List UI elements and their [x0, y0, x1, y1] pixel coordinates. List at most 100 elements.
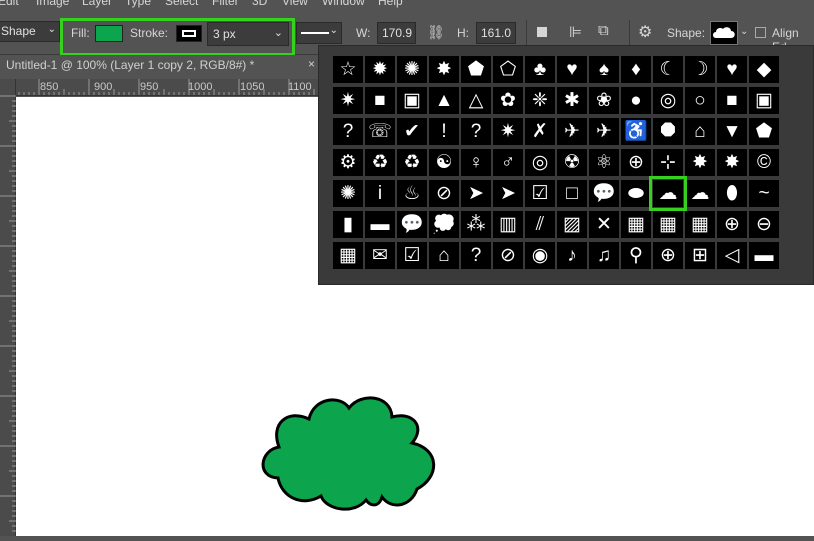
shape-cell[interactable]: ⚛	[589, 149, 619, 176]
path-ops-icon[interactable]	[537, 27, 547, 37]
shape-cell[interactable]: ➤	[461, 180, 491, 207]
shape-cell[interactable]: ◉	[525, 242, 555, 269]
shape-cell[interactable]: ☢	[557, 149, 587, 176]
shape-cell[interactable]: ✸	[429, 56, 459, 83]
close-icon[interactable]: ×	[308, 57, 315, 71]
align-edges-checkbox[interactable]	[755, 27, 766, 38]
shape-cell[interactable]: ⊘	[429, 180, 459, 207]
stroke-type-dropdown[interactable]: ⌄	[296, 22, 342, 44]
shape-cell[interactable]: ▥	[493, 211, 523, 238]
shape-cell[interactable]: ♨	[397, 180, 427, 207]
menu-help[interactable]: Help	[378, 0, 403, 8]
menu-view[interactable]: View	[282, 0, 308, 8]
shape-cell[interactable]: ✈	[589, 118, 619, 145]
shape-cell[interactable]: ▦	[685, 211, 715, 238]
shape-cell[interactable]: ⊕	[621, 149, 651, 176]
width-input[interactable]: 170.9	[377, 22, 416, 44]
shape-cell[interactable]: □	[557, 180, 587, 207]
shape-cell[interactable]: ✺	[397, 56, 427, 83]
height-input[interactable]: 161.0	[476, 22, 516, 44]
shape-cell[interactable]: ⊖	[749, 211, 779, 238]
shape-cell[interactable]: ▦	[621, 211, 651, 238]
shape-cell[interactable]: ☑	[525, 180, 555, 207]
shape-cell[interactable]: ☑	[397, 242, 427, 269]
shape-cell[interactable]: ❀	[589, 87, 619, 114]
shape-cell[interactable]: ♥	[557, 56, 587, 83]
shape-cell[interactable]: ❈	[525, 87, 555, 114]
shape-cell[interactable]: ♠	[589, 56, 619, 83]
shape-cell[interactable]: ▣	[749, 87, 779, 114]
shape-cell[interactable]: ⚙	[333, 149, 363, 176]
gear-icon[interactable]: ⚙	[638, 22, 652, 42]
shape-cell[interactable]: ⊕	[653, 242, 683, 269]
shape-cell[interactable]: ◎	[525, 149, 555, 176]
path-align-icon[interactable]: ⊫	[569, 23, 582, 41]
stroke-width-dropdown[interactable]: 3 px ⌄	[207, 22, 289, 46]
shape-cell[interactable]: ◆	[749, 56, 779, 83]
shape-cell[interactable]: ⬟	[461, 56, 491, 83]
menu-window[interactable]: Window	[322, 0, 365, 8]
shape-cell[interactable]: ✺	[333, 180, 363, 207]
shape-cell[interactable]: ✸	[717, 149, 747, 176]
shape-cell[interactable]: !	[429, 118, 459, 145]
shape-cell[interactable]: ✔	[397, 118, 427, 145]
shape-cell[interactable]: ⬠	[493, 56, 523, 83]
shape-cell[interactable]: ♥	[717, 56, 747, 83]
shape-cell[interactable]: ?	[333, 118, 363, 145]
menu-type[interactable]: Type	[125, 0, 151, 8]
menu-filter[interactable]: Filter	[212, 0, 239, 8]
shape-cell[interactable]: ⬮	[717, 180, 747, 207]
shape-cell[interactable]: ⯃	[653, 118, 683, 145]
shape-cell[interactable]: ○	[685, 87, 715, 114]
shape-cell[interactable]: ?	[461, 118, 491, 145]
shape-cell[interactable]: ☯	[429, 149, 459, 176]
shape-cell[interactable]: ⌂	[685, 118, 715, 145]
shape-cell[interactable]: ⊕	[717, 211, 747, 238]
shape-cell[interactable]: ▦	[653, 211, 683, 238]
menu-select[interactable]: Select	[165, 0, 198, 8]
shape-cell[interactable]: ♣	[525, 56, 555, 83]
shape-cell[interactable]: ✹	[365, 56, 395, 83]
shape-cell[interactable]: ➤	[493, 180, 523, 207]
shape-cell[interactable]: ⊞	[685, 242, 715, 269]
shape-cell[interactable]: ?	[461, 242, 491, 269]
shape-cell[interactable]: ☆	[333, 56, 363, 83]
shape-picker-button[interactable]	[710, 21, 738, 45]
shape-cell[interactable]: ▨	[557, 211, 587, 238]
shape-cell[interactable]: 💬	[589, 180, 619, 207]
shape-cell[interactable]: ▲	[429, 87, 459, 114]
shape-cell[interactable]: △	[461, 87, 491, 114]
stroke-color-swatch[interactable]	[176, 25, 202, 42]
shape-cell[interactable]: ✕	[589, 211, 619, 238]
shape-cell[interactable]: ~	[749, 180, 779, 207]
shape-cell[interactable]: ●	[621, 87, 651, 114]
shape-cell[interactable]: ☾	[653, 56, 683, 83]
shape-cell[interactable]: ▬	[749, 242, 779, 269]
shape-cell[interactable]: ✉	[365, 242, 395, 269]
vertical-ruler[interactable]	[0, 79, 16, 536]
shape-cell[interactable]: ◎	[653, 87, 683, 114]
shape-cell[interactable]: ⬬	[621, 180, 651, 207]
shape-cell[interactable]: ♪	[557, 242, 587, 269]
shape-cell[interactable]: ♂	[493, 149, 523, 176]
shape-cell[interactable]: ☽	[685, 56, 715, 83]
shape-cell[interactable]: ©	[749, 149, 779, 176]
shape-cell[interactable]: ■	[365, 87, 395, 114]
shape-cell[interactable]: ⊘	[493, 242, 523, 269]
shape-cell[interactable]: ♦	[621, 56, 651, 83]
shape-cell[interactable]: 💬	[397, 211, 427, 238]
shape-cell[interactable]: ♫	[589, 242, 619, 269]
fill-color-swatch[interactable]	[95, 25, 123, 42]
document-tab[interactable]: Untitled-1 @ 100% (Layer 1 copy 2, RGB/8…	[0, 55, 330, 79]
menu-3d[interactable]: 3D	[252, 0, 267, 8]
shape-cell[interactable]: ✈	[557, 118, 587, 145]
shape-cell[interactable]: ✸	[685, 149, 715, 176]
shape-cell[interactable]: ✱	[557, 87, 587, 114]
shape-cell[interactable]: ✷	[493, 118, 523, 145]
shape-cell[interactable]: ◁	[717, 242, 747, 269]
chain-link-icon[interactable]: ⛓	[427, 24, 445, 41]
shape-cell[interactable]: ⁂	[461, 211, 491, 238]
cloud-shape[interactable]	[261, 396, 436, 511]
shape-cell[interactable]: 💭	[429, 211, 459, 238]
shape-cell[interactable]: ⫽	[525, 211, 555, 238]
